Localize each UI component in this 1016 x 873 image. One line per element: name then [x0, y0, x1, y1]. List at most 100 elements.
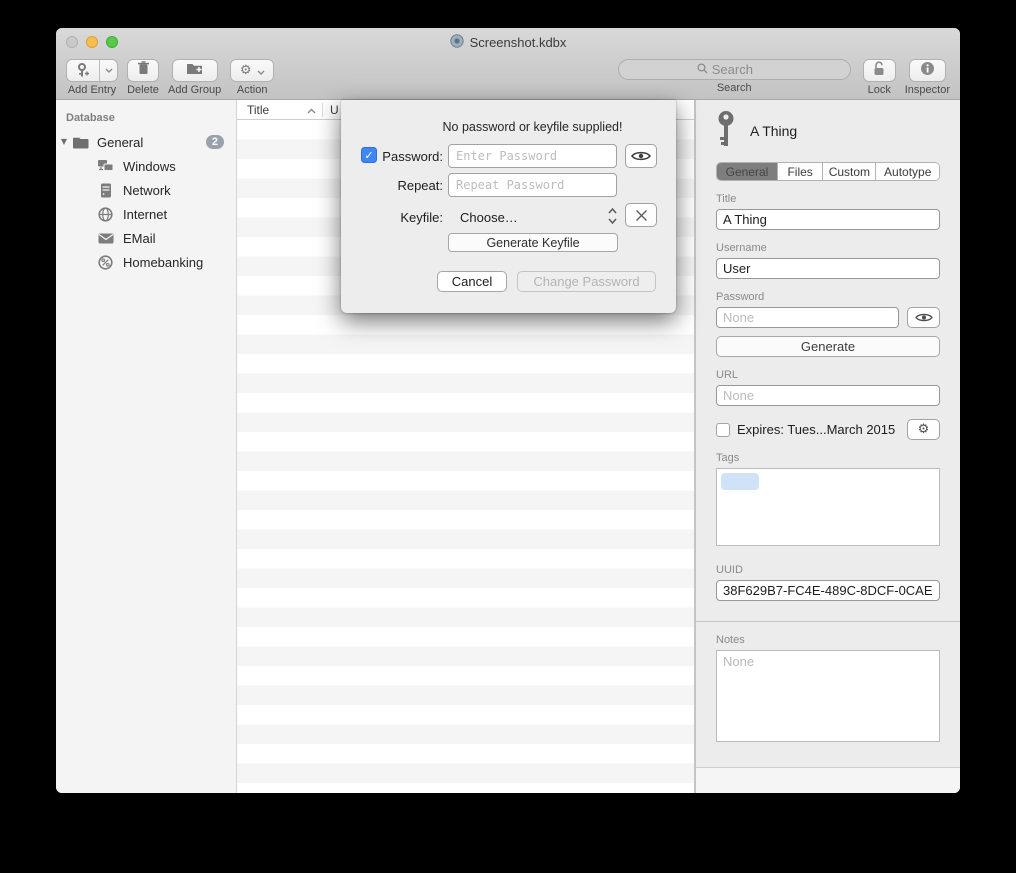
windows-network-icon [97, 159, 114, 173]
username-field-label: Username [716, 242, 940, 254]
gear-icon: ⚙ [918, 423, 930, 436]
dialog-message: No password or keyfile supplied! [389, 120, 676, 134]
search-icon [697, 61, 708, 79]
lock-button[interactable] [863, 59, 896, 82]
percent-icon [97, 255, 114, 270]
password-field-label: Password [716, 291, 940, 303]
sidebar-item-email[interactable]: EMail [56, 226, 236, 250]
sidebar-item-label: Windows [123, 159, 176, 174]
password-input[interactable] [448, 144, 617, 168]
keyfile-popup[interactable]: Choose… [460, 210, 518, 225]
inspector-button[interactable] [909, 59, 946, 82]
chevron-down-icon [257, 62, 265, 80]
cancel-button[interactable]: Cancel [437, 271, 507, 292]
sidebar-item-label: Homebanking [123, 255, 203, 270]
uuid-field[interactable] [716, 580, 940, 601]
chevron-down-icon[interactable] [100, 60, 117, 81]
eye-icon [631, 150, 651, 162]
window-title: Screenshot.kdbx [470, 35, 567, 50]
sidebar-item-label: EMail [123, 231, 156, 246]
sidebar-item-internet[interactable]: Internet [56, 202, 236, 226]
repeat-input[interactable] [448, 173, 617, 197]
document-proxy-icon [450, 34, 464, 51]
column-title-label: Title [247, 103, 269, 117]
tag-chip[interactable] [721, 473, 759, 490]
sort-ascending-icon [307, 103, 316, 117]
inspector-footer [696, 767, 960, 793]
delete-button[interactable] [127, 59, 159, 82]
folder-plus-icon [186, 62, 203, 80]
entry-title: A Thing [750, 123, 797, 139]
gear-icon: ⚙ [240, 64, 252, 77]
reveal-password-button[interactable] [907, 307, 940, 328]
inspector-tabs: General Files Custom Autotype [716, 162, 940, 181]
sidebar-item-windows[interactable]: Windows [56, 154, 236, 178]
server-icon [97, 183, 114, 198]
key-plus-icon [67, 60, 100, 81]
notes-field[interactable] [716, 650, 940, 742]
expires-checkbox[interactable] [716, 423, 730, 437]
sidebar-item-homebanking[interactable]: Homebanking [56, 250, 236, 274]
title-field[interactable] [716, 209, 940, 230]
tab-files[interactable]: Files [778, 163, 823, 180]
entry-count-badge: 2 [206, 135, 224, 149]
close-x-icon [635, 209, 648, 222]
unlock-icon [872, 61, 886, 81]
stepper-icon[interactable] [607, 207, 618, 228]
minimize-button[interactable] [86, 36, 98, 48]
trash-icon [137, 61, 150, 80]
tab-custom[interactable]: Custom [823, 163, 876, 180]
column-header-username[interactable]: U [323, 103, 339, 117]
add-entry-label: Add Entry [68, 84, 116, 96]
action-button[interactable]: ⚙ [230, 59, 274, 82]
expires-options-button[interactable]: ⚙ [907, 419, 940, 440]
sidebar-section-header: Database [56, 112, 236, 124]
inspector-panel: A Thing General Files Custom Autotype Ti… [695, 100, 960, 793]
zoom-button[interactable] [106, 36, 118, 48]
add-group-button[interactable] [172, 59, 218, 82]
change-password-dialog: No password or keyfile supplied! ✓ Passw… [341, 100, 676, 313]
check-icon: ✓ [364, 149, 373, 162]
tab-autotype[interactable]: Autotype [876, 163, 939, 180]
folder-icon [72, 136, 89, 149]
notes-label: Notes [716, 634, 940, 646]
generate-keyfile-button[interactable]: Generate Keyfile [448, 233, 618, 252]
sidebar-item-network[interactable]: Network [56, 178, 236, 202]
url-field[interactable] [716, 385, 940, 406]
envelope-icon [97, 233, 114, 244]
add-group-label: Add Group [168, 84, 221, 96]
sidebar-item-label: General [97, 135, 143, 150]
sidebar-item-general[interactable]: ▼ General 2 [56, 130, 236, 154]
add-entry-button[interactable] [66, 59, 118, 82]
search-input[interactable] [712, 62, 772, 77]
close-button[interactable] [66, 36, 78, 48]
password-label: Password: [377, 149, 443, 164]
sidebar-item-label: Network [123, 183, 171, 198]
delete-label: Delete [127, 84, 159, 96]
reveal-password-button[interactable] [625, 144, 657, 168]
clear-keyfile-button[interactable] [625, 203, 657, 227]
password-field[interactable] [716, 307, 899, 328]
sidebar: Database ▼ General 2 Windows Network [56, 100, 237, 793]
change-password-button[interactable]: Change Password [517, 271, 656, 292]
disclosure-triangle-icon[interactable]: ▼ [56, 138, 72, 146]
url-field-label: URL [716, 369, 940, 381]
tags-label: Tags [716, 452, 940, 464]
inspector-label: Inspector [905, 84, 950, 96]
repeat-label: Repeat: [377, 178, 443, 193]
expires-label: Expires: Tues...March 2015 [737, 422, 895, 437]
column-header-title[interactable]: Title [237, 103, 322, 117]
search-field[interactable] [618, 59, 851, 80]
username-field[interactable] [716, 258, 940, 279]
tab-general[interactable]: General [717, 163, 778, 180]
password-checkbox[interactable]: ✓ [361, 147, 377, 163]
search-label: Search [717, 82, 752, 94]
generate-password-button[interactable]: Generate [716, 336, 940, 357]
app-window: Screenshot.kdbx Add Entry Delete [56, 28, 960, 793]
globe-icon [97, 207, 114, 222]
eye-icon [915, 312, 933, 323]
lock-label: Lock [868, 84, 891, 96]
tags-field[interactable] [716, 468, 940, 546]
uuid-label: UUID [716, 564, 940, 576]
action-label: Action [237, 84, 268, 96]
